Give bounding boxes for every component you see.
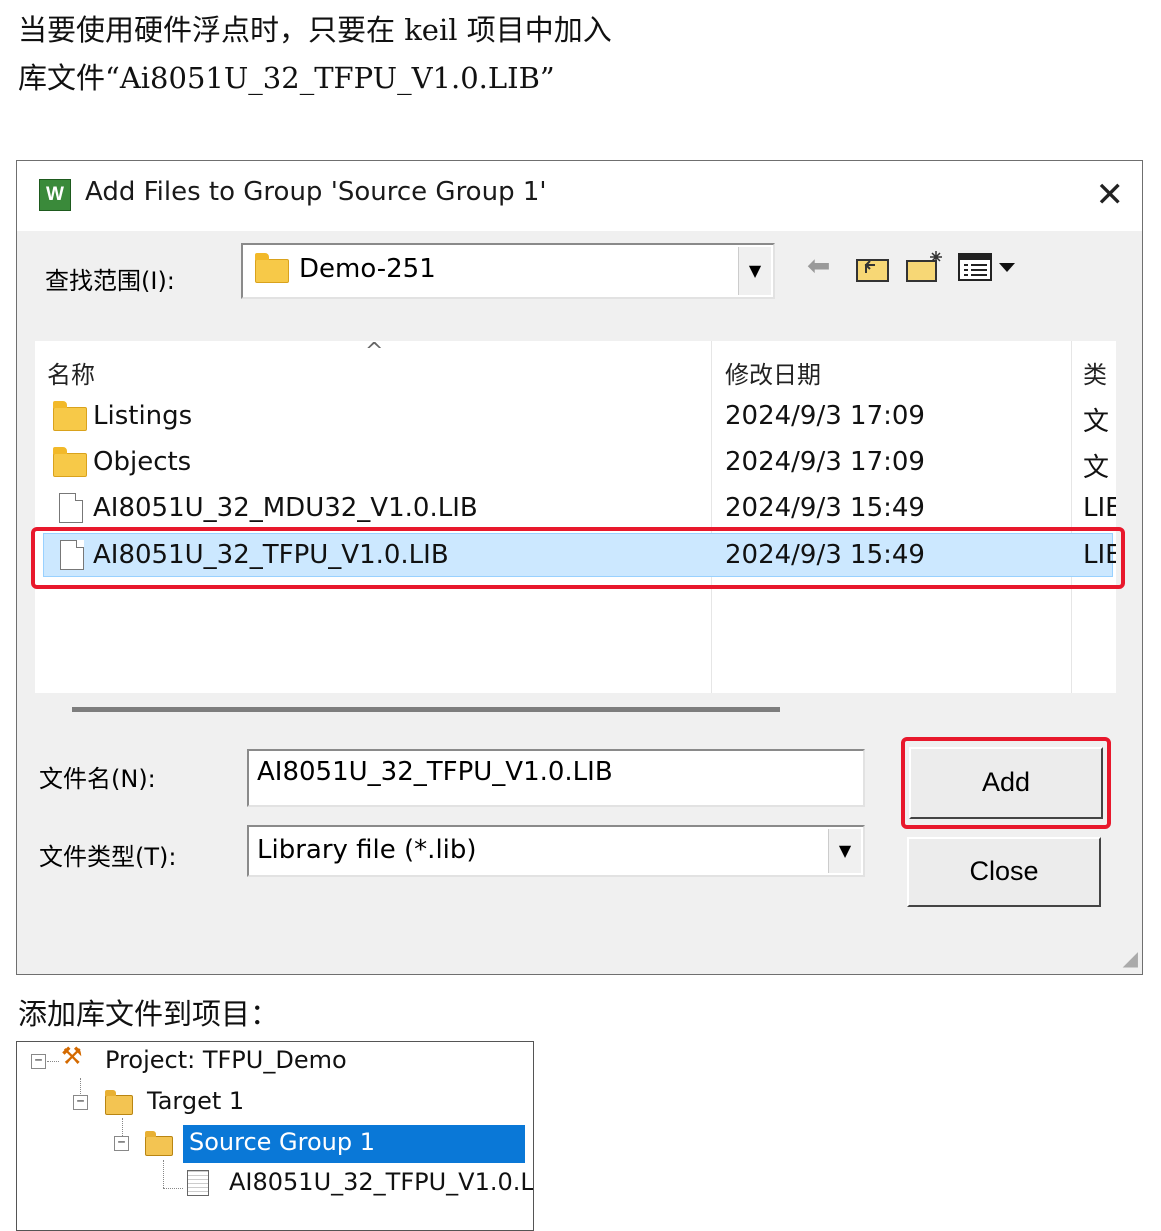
collapse-icon[interactable]: −	[114, 1136, 129, 1151]
add-files-dialog: W Add Files to Group 'Source Group 1' ✕ …	[16, 160, 1143, 975]
tree-item-lib-file[interactable]: AI8051U_32_TFPU_V1.0.LIB	[17, 1166, 533, 1202]
project-tree: − ⚒ Project: TFPU_Demo − Target 1 − Sour…	[16, 1041, 534, 1231]
column-header-modified[interactable]: 修改日期	[725, 355, 821, 390]
add-button-highlight	[901, 737, 1111, 829]
file-icon	[59, 493, 83, 523]
dialog-title: Add Files to Group 'Source Group 1'	[85, 177, 547, 207]
folder-icon	[53, 401, 87, 431]
view-menu-icon[interactable]	[957, 251, 1019, 283]
keil-app-icon: W	[39, 179, 71, 211]
filetype-combo[interactable]: Library file (*.lib) ▼	[247, 825, 865, 877]
file-modified: 2024/9/3 15:49	[725, 493, 925, 523]
resize-grip-icon[interactable]: ◢	[1123, 946, 1138, 970]
file-name: Objects	[93, 447, 192, 477]
tree-item-target[interactable]: − Target 1	[17, 1085, 517, 1121]
tree-item-source-group[interactable]: − Source Group 1	[17, 1126, 527, 1162]
collapse-icon[interactable]: −	[73, 1095, 88, 1110]
filetype-label: 文件类型(T):	[39, 843, 177, 871]
doc-line-3: 添加库文件到项目：	[18, 997, 280, 1031]
dropdown-arrow-icon[interactable]: ▼	[738, 247, 771, 295]
file-name: AI8051U_32_MDU32_V1.0.LIB	[93, 493, 478, 523]
group-label: Source Group 1	[189, 1128, 376, 1156]
up-folder-icon[interactable]	[855, 253, 891, 283]
look-in-combo[interactable]: Demo-251 ▼	[241, 243, 775, 299]
back-arrow-icon[interactable]: ⬅	[807, 249, 830, 282]
tree-item-project[interactable]: − ⚒ Project: TFPU_Demo	[17, 1042, 517, 1080]
sort-ascending-icon: ^	[365, 341, 384, 364]
library-file-icon	[187, 1170, 209, 1196]
doc-line-2: 库文件“Ai8051U_32_TFPU_V1.0.LIB”	[18, 61, 555, 95]
collapse-icon[interactable]: −	[31, 1054, 46, 1069]
horizontal-scrollbar[interactable]	[72, 707, 780, 712]
tree-connector	[47, 1061, 59, 1062]
project-label: Project: TFPU_Demo	[105, 1046, 347, 1074]
file-name: Listings	[93, 401, 193, 431]
filename-label: 文件名(N):	[39, 765, 156, 793]
file-list[interactable]: ^ 名称 修改日期 类 Listings 2024/9/3 17:09 文 Ob…	[35, 341, 1116, 693]
file-modified: 2024/9/3 17:09	[725, 401, 925, 431]
folder-icon	[53, 447, 87, 477]
selected-file-highlight	[31, 527, 1125, 589]
column-header-name[interactable]: 名称	[47, 355, 95, 390]
close-icon[interactable]: ✕	[1096, 171, 1125, 219]
close-button[interactable]: Close	[907, 837, 1101, 907]
dropdown-arrow-icon[interactable]: ▼	[828, 829, 861, 873]
target-icon	[105, 1090, 133, 1115]
look-in-value: Demo-251	[299, 254, 436, 284]
file-row-objects[interactable]: Objects 2024/9/3 17:09 文	[35, 441, 1116, 485]
file-type: 文	[1083, 407, 1110, 437]
file-row-mdu32-lib[interactable]: AI8051U_32_MDU32_V1.0.LIB 2024/9/3 15:49…	[35, 487, 1116, 531]
file-row-listings[interactable]: Listings 2024/9/3 17:09 文	[35, 395, 1116, 439]
look-in-label: 查找范围(I):	[45, 267, 175, 295]
file-type: 文	[1083, 453, 1110, 483]
folder-icon	[255, 253, 289, 283]
group-folder-icon	[145, 1131, 173, 1156]
filetype-value: Library file (*.lib)	[257, 835, 477, 865]
lib-file-label: AI8051U_32_TFPU_V1.0.LIB	[229, 1168, 534, 1196]
file-type: LIE	[1083, 493, 1116, 523]
filename-input[interactable]: AI8051U_32_TFPU_V1.0.LIB	[247, 749, 865, 807]
project-icon: ⚒	[61, 1042, 83, 1070]
new-folder-icon[interactable]	[905, 249, 947, 283]
target-label: Target 1	[147, 1087, 245, 1115]
column-header-type[interactable]: 类	[1083, 355, 1107, 390]
dialog-titlebar: W Add Files to Group 'Source Group 1' ✕	[17, 161, 1142, 231]
doc-line-1: 当要使用硬件浮点时，只要在 keil 项目中加入	[18, 13, 612, 47]
file-modified: 2024/9/3 17:09	[725, 447, 925, 477]
